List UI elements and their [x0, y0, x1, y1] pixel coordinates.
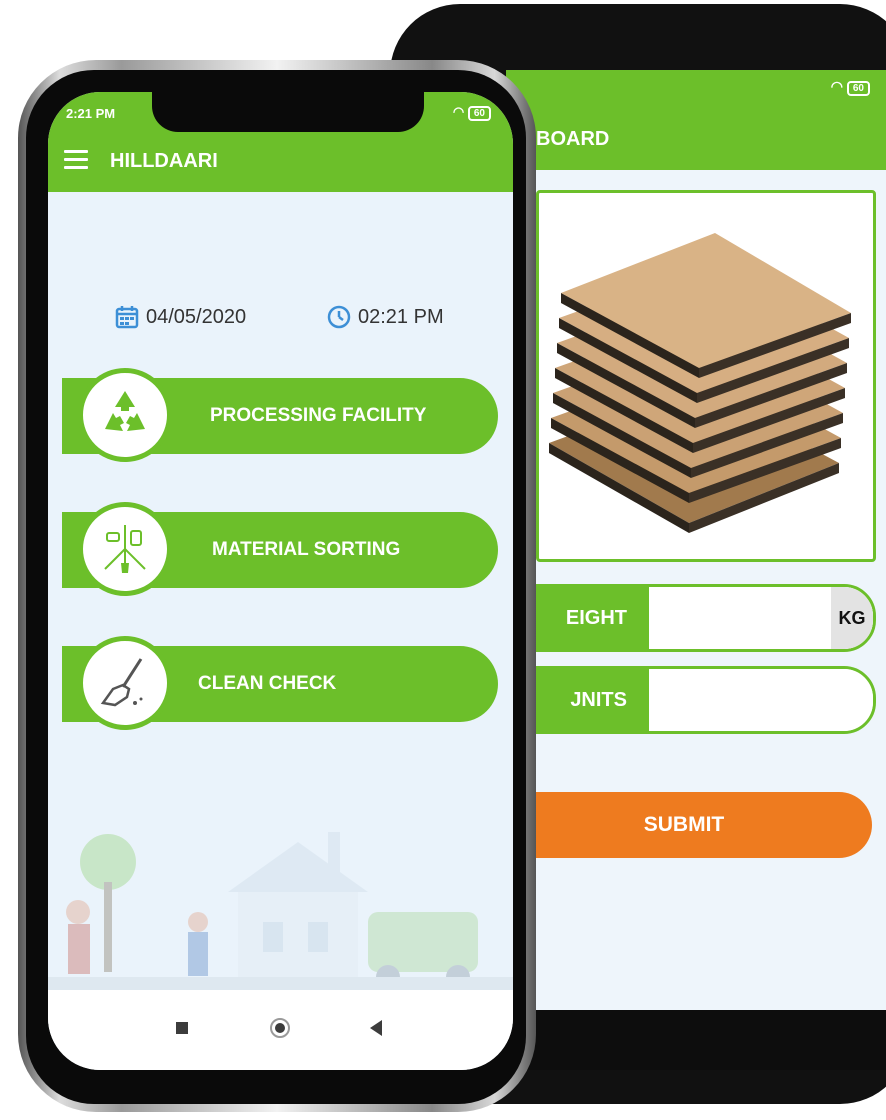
front-app-bar: HILLDAARI: [48, 134, 513, 192]
app-title: HILLDAARI: [110, 150, 218, 172]
back-status-bar: ◠ 60: [506, 70, 886, 106]
clock-icon: [327, 305, 351, 329]
date-text: 04/05/2020: [146, 305, 247, 328]
back-page-title: BOARD: [536, 128, 610, 150]
battery-icon: 60: [846, 81, 870, 96]
back-icon[interactable]: [370, 1020, 382, 1036]
wifi-icon: ◠: [452, 104, 465, 119]
clean-check-label: CLEAN CHECK: [198, 673, 337, 694]
material-sorting-label: MATERIAL SORTING: [212, 539, 401, 560]
processing-facility-label: PROCESSING FACILITY: [210, 405, 427, 426]
cardboard-image: [536, 190, 876, 562]
menu-icon[interactable]: [64, 150, 88, 170]
units-field: JNITS: [506, 666, 876, 734]
weight-unit: KG: [831, 587, 873, 649]
front-status-icons: ◠ 60: [452, 104, 491, 121]
calendar-icon: [115, 306, 139, 329]
date-display: 04/05/2020: [114, 304, 246, 330]
front-phone-notch: [152, 86, 424, 132]
front-nav-bar: [48, 990, 513, 1070]
battery-icon: 60: [467, 106, 491, 121]
home-icon[interactable]: [270, 1018, 290, 1038]
back-phone-screen: ◠ 60 BOARD EIGHT KG JNITS SUBMIT: [506, 70, 886, 1070]
recycle-icon: [78, 368, 172, 462]
sorting-icon: [78, 502, 172, 596]
time-text: 02:21 PM: [358, 305, 444, 328]
back-app-bar: BOARD: [506, 106, 886, 170]
back-nav-bar: [506, 1010, 886, 1070]
front-phone-screen: 2:21 PM ◠ 60 HILLDAARI 04/05/2020 02:21 …: [48, 92, 513, 1070]
back-status-icons: ◠ 60: [830, 78, 870, 96]
weight-field: EIGHT KG: [506, 584, 876, 652]
time-display: 02:21 PM: [326, 304, 444, 330]
cardboard-sheets-illustration: [549, 233, 851, 533]
broom-icon: [78, 636, 172, 730]
wifi-icon: ◠: [830, 78, 843, 94]
status-time: 2:21 PM: [66, 106, 116, 121]
recent-apps-icon[interactable]: [176, 1022, 188, 1034]
submit-button[interactable]: SUBMIT: [506, 792, 872, 858]
units-input[interactable]: [649, 669, 873, 731]
city-background-illustration: [48, 832, 513, 992]
